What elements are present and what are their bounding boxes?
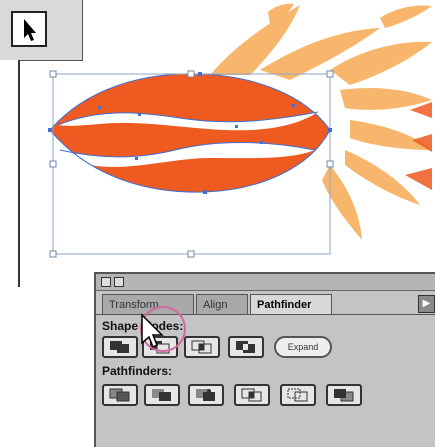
crop-button[interactable] <box>234 384 270 406</box>
triangle-right-icon: ▶ <box>422 298 431 309</box>
add-to-shape-area-button[interactable] <box>102 336 138 358</box>
close-icon[interactable] <box>101 277 111 287</box>
minus-back-icon <box>334 389 354 402</box>
tool-strip <box>0 0 83 61</box>
arrow-pointer-icon <box>24 19 36 41</box>
pathfinders-label: Pathfinders: <box>102 364 173 378</box>
trim-button[interactable] <box>144 384 180 406</box>
mouse-cursor-icon <box>141 313 164 349</box>
panel-titlebar[interactable] <box>96 274 435 291</box>
selected-lips-shape[interactable] <box>50 73 330 193</box>
intersect-shape-areas-icon <box>191 340 212 354</box>
collapse-icon[interactable] <box>114 277 124 287</box>
minus-back-button[interactable] <box>326 384 362 406</box>
tab-transform[interactable]: Transform <box>102 294 194 314</box>
add-to-shape-area-icon <box>110 341 129 353</box>
merge-button[interactable] <box>188 384 224 406</box>
outline-button[interactable] <box>280 384 316 406</box>
divide-icon <box>109 388 130 402</box>
exclude-overlapping-shape-areas-icon <box>236 341 255 353</box>
trim-icon <box>152 389 171 401</box>
crop-icon <box>241 388 262 402</box>
selection-tool-button[interactable] <box>11 11 47 47</box>
outline-icon <box>287 388 308 402</box>
tab-align[interactable]: Align <box>196 294 248 314</box>
canvas-left-edge <box>0 60 20 287</box>
panel-menu-button[interactable]: ▶ <box>418 295 435 313</box>
intersect-shape-areas-button[interactable] <box>184 336 220 358</box>
merge-icon <box>196 389 215 401</box>
tab-pathfinder[interactable]: Pathfinder <box>250 294 332 314</box>
pathfinder-panel: Transform Align Pathfinder ▶ Shape Modes… <box>94 272 435 447</box>
divide-button[interactable] <box>102 384 138 406</box>
exclude-overlapping-shape-areas-button[interactable] <box>228 336 264 358</box>
expand-button[interactable]: Expand <box>274 336 332 358</box>
